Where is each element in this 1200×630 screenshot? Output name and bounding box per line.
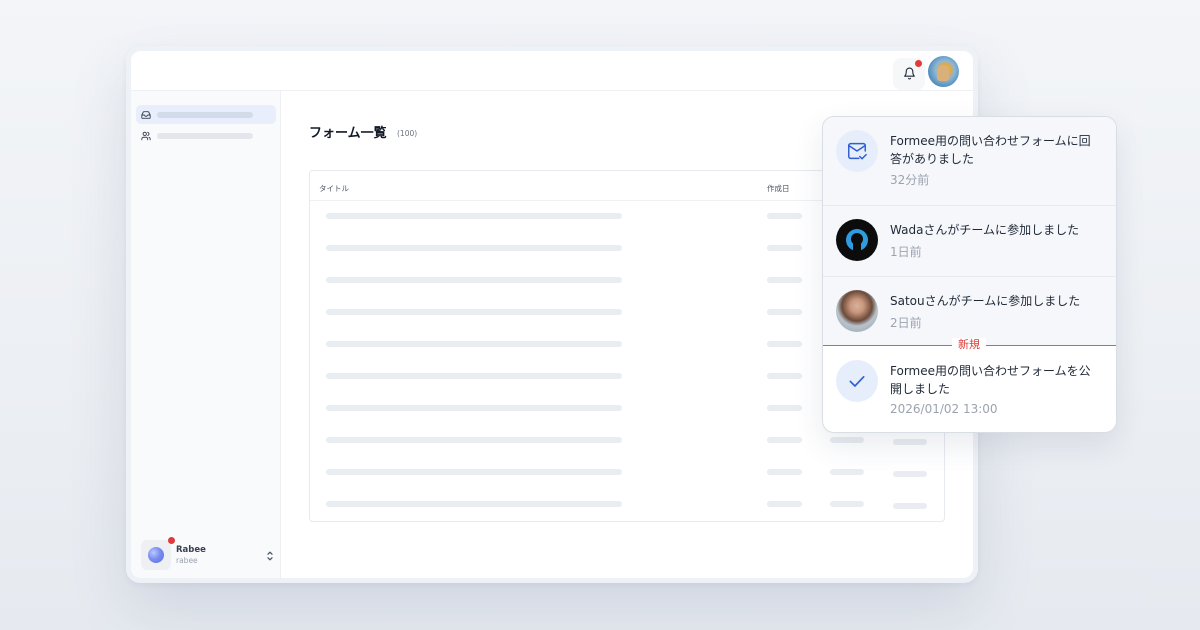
date-placeholder xyxy=(767,373,802,379)
notification-text: Wadaさんがチームに参加しました xyxy=(890,223,1080,237)
notification-item[interactable]: Formee用の問い合わせフォームに回答がありました 32分前 xyxy=(823,117,1116,205)
account-id: rabee xyxy=(176,555,198,565)
bell-icon xyxy=(903,65,916,84)
inbox-icon xyxy=(141,110,151,120)
notification-item[interactable]: Satouさんがチームに参加しました 2日前 xyxy=(823,277,1116,345)
notification-item[interactable]: Formee用の問い合わせフォームを公開しました 2026/01/02 13:0… xyxy=(823,346,1116,432)
notification-popover: Formee用の問い合わせフォームに回答がありました 32分前 Wadaさんがチ… xyxy=(822,116,1117,433)
account-name: Rabee xyxy=(176,545,206,555)
date-placeholder xyxy=(767,405,802,411)
notification-item[interactable]: Wadaさんがチームに参加しました 1日前 xyxy=(823,206,1116,276)
title-placeholder xyxy=(326,277,622,283)
title-placeholder xyxy=(326,373,622,379)
column-header-title: タイトル xyxy=(319,184,349,193)
sidebar: Rabee rabee xyxy=(131,91,281,578)
mail-check-icon xyxy=(836,130,878,172)
table-row[interactable] xyxy=(310,489,944,521)
sidebar-item-label-placeholder xyxy=(157,111,253,118)
sidebar-item-label-placeholder xyxy=(157,132,253,139)
date-placeholder xyxy=(767,341,802,347)
date-placeholder xyxy=(767,501,802,507)
notification-time: 2026/01/02 13:00 xyxy=(890,402,998,416)
account-switcher[interactable]: Rabee rabee xyxy=(141,537,275,570)
column-placeholder xyxy=(830,501,864,507)
date-placeholder xyxy=(767,213,802,219)
title-placeholder xyxy=(326,501,622,507)
sidebar-item-users[interactable] xyxy=(136,126,276,145)
check-icon xyxy=(836,360,878,402)
top-bar xyxy=(131,51,973,91)
title-placeholder xyxy=(326,245,622,251)
title-placeholder xyxy=(326,341,622,347)
column-header-created: 作成日 xyxy=(767,184,790,193)
notification-time: 1日前 xyxy=(890,245,922,259)
date-placeholder xyxy=(767,277,802,283)
sidebar-item-inbox[interactable] xyxy=(136,105,276,124)
column-placeholder xyxy=(893,503,927,509)
user-avatar[interactable] xyxy=(928,56,959,87)
account-notification-dot xyxy=(168,537,175,544)
date-placeholder xyxy=(767,309,802,315)
title-placeholder xyxy=(326,405,622,411)
user-photo-avatar xyxy=(836,290,878,332)
date-placeholder xyxy=(767,469,802,475)
column-placeholder xyxy=(830,469,864,475)
notification-text: Formee用の問い合わせフォームに回答がありました xyxy=(890,134,1091,166)
notification-dot xyxy=(915,60,922,67)
column-placeholder xyxy=(893,439,927,445)
date-placeholder xyxy=(767,437,802,443)
notification-time: 32分前 xyxy=(890,173,930,187)
title-placeholder xyxy=(326,437,622,443)
notification-text: Formee用の問い合わせフォームを公開しました xyxy=(890,364,1091,396)
page-count: (100) xyxy=(397,129,418,138)
title-placeholder xyxy=(326,213,622,219)
column-placeholder xyxy=(830,437,864,443)
chevron-up-down-icon xyxy=(265,548,275,562)
table-row[interactable] xyxy=(310,457,944,489)
account-avatar xyxy=(141,537,175,570)
team-avatar-icon xyxy=(836,219,878,261)
column-placeholder xyxy=(893,471,927,477)
notification-text: Satouさんがチームに参加しました xyxy=(890,294,1081,308)
page-title: フォーム一覧 xyxy=(309,126,387,141)
title-placeholder xyxy=(326,469,622,475)
date-placeholder xyxy=(767,245,802,251)
notifications-button[interactable] xyxy=(893,58,925,90)
users-icon xyxy=(141,131,151,141)
notification-time: 2日前 xyxy=(890,316,922,330)
title-placeholder xyxy=(326,309,622,315)
